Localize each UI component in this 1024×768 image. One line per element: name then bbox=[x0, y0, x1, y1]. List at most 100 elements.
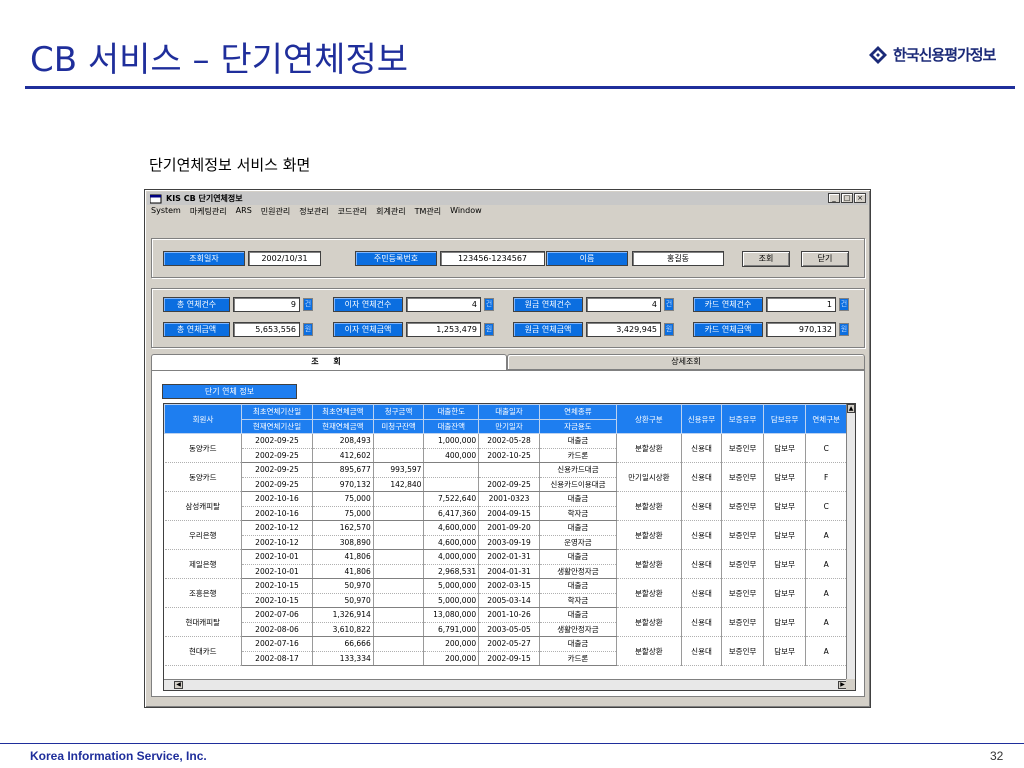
grid-table: 회원사 최초연체기산일 최초연체금액 청구금액 대출한도 대출일자 연체종류 상환구분 신용유무… bbox=[164, 404, 847, 666]
total-amount-field[interactable]: 5,653,556 bbox=[233, 322, 300, 337]
principal-amount-field[interactable]: 3,429,945 bbox=[586, 322, 661, 337]
company-logo: 한국신용평가정보 bbox=[868, 44, 996, 65]
column-header[interactable]: 미청구잔액 bbox=[372, 418, 425, 434]
card-amount-toggle[interactable]: 원 bbox=[839, 323, 849, 336]
restore-button[interactable]: □ bbox=[841, 193, 853, 203]
column-header[interactable]: 신용유무 bbox=[680, 404, 723, 434]
table-row[interactable]: 조흥은행 2002-10-15 50,970 5,000,000 2002-03-15 대… bbox=[164, 578, 847, 608]
table-row[interactable]: 현대캐피탈 2002-07-06 1,326,914 13,080,000 2001-1… bbox=[164, 607, 847, 637]
grid-cell: 41,806 bbox=[312, 564, 374, 579]
grid-cell bbox=[373, 564, 425, 579]
menu-item-info[interactable]: 정보관리 bbox=[299, 206, 328, 220]
column-header[interactable]: 만기일자 bbox=[478, 418, 540, 434]
column-header[interactable]: 대출일자 bbox=[478, 404, 540, 420]
tab-query[interactable]: 조 회 bbox=[151, 354, 507, 370]
total-count-toggle[interactable]: 건 bbox=[303, 298, 313, 311]
collateral-cell: 담보무 bbox=[763, 520, 807, 550]
table-row[interactable]: 동양카드 2002-09-25 208,493 1,000,000 2002-05-28… bbox=[164, 433, 847, 463]
repay-type-cell: 분할상환 bbox=[616, 491, 682, 521]
date-field[interactable]: 2002/10/31 bbox=[248, 251, 321, 266]
table-row[interactable]: 삼성캐피탈 2002-10-16 75,000 7,522,640 2001-0323 대… bbox=[164, 491, 847, 521]
column-header[interactable]: 현재연체기산일 bbox=[241, 418, 313, 434]
member-cell: 제일은행 bbox=[164, 549, 243, 579]
window-titlebar[interactable]: KIS CB 단기연체정보 _ □ × bbox=[147, 192, 868, 205]
scroll-left-icon[interactable]: ◀ bbox=[174, 681, 183, 689]
grid-cell: 142,840 bbox=[373, 477, 425, 492]
card-count-toggle[interactable]: 건 bbox=[839, 298, 849, 311]
table-row[interactable]: 동양카드 2002-09-25 895,677 993,597 신용카드대금 만기일시상환… bbox=[164, 462, 847, 492]
total-count-field[interactable]: 9 bbox=[233, 297, 300, 312]
column-header[interactable]: 대출한도 bbox=[423, 404, 480, 420]
menu-item-tm[interactable]: TM관리 bbox=[415, 206, 442, 220]
grid-cell: 2003-09-19 bbox=[478, 535, 540, 550]
card-amount-field[interactable]: 970,132 bbox=[766, 322, 836, 337]
column-header[interactable]: 상환구분 bbox=[615, 404, 682, 434]
interest-amount-toggle[interactable]: 원 bbox=[484, 323, 494, 336]
member-cell: 조흥은행 bbox=[164, 578, 243, 608]
menu-item-system[interactable]: System bbox=[151, 206, 181, 220]
menu-item-marketing[interactable]: 마케팅관리 bbox=[190, 206, 227, 220]
credit-cell: 신용대 bbox=[681, 636, 723, 666]
menu-item-accounting[interactable]: 회계관리 bbox=[376, 206, 405, 220]
minimize-button[interactable]: _ bbox=[828, 193, 840, 203]
scroll-up-icon[interactable]: ▲ bbox=[847, 404, 855, 413]
interest-count-field[interactable]: 4 bbox=[406, 297, 481, 312]
grid-cell: 2002-09-25 bbox=[241, 477, 313, 492]
column-header[interactable]: 현재연체금액 bbox=[311, 418, 374, 434]
close-form-button[interactable]: 닫기 bbox=[801, 251, 849, 267]
grid-cell: 4,600,000 bbox=[423, 535, 480, 550]
grid-cell: 308,890 bbox=[312, 535, 374, 550]
tab-detail-query[interactable]: 상세조회 bbox=[507, 354, 865, 370]
grid-cell: 75,000 bbox=[312, 506, 374, 521]
column-header[interactable]: 연체종류 bbox=[538, 404, 617, 420]
column-header[interactable]: 담보유무 bbox=[762, 404, 807, 434]
grid-cell: 6,417,360 bbox=[423, 506, 480, 521]
column-header[interactable]: 대출잔액 bbox=[423, 418, 480, 434]
menu-item-complaints[interactable]: 민원관리 bbox=[261, 206, 290, 220]
close-button[interactable]: × bbox=[854, 193, 866, 203]
table-row[interactable]: 현대카드 2002-07-16 66,666 200,000 2002-05-27 대출금… bbox=[164, 636, 847, 666]
logo-text: 한국신용평가정보 bbox=[893, 46, 996, 64]
interest-count-toggle[interactable]: 건 bbox=[484, 298, 494, 311]
grid-cell: 50,970 bbox=[312, 593, 374, 608]
column-header[interactable]: 회원사 bbox=[164, 404, 243, 434]
grid-cell: 1,000,000 bbox=[423, 433, 480, 449]
total-amount-toggle[interactable]: 원 bbox=[303, 323, 313, 336]
rrn-field[interactable]: 123456-1234567 bbox=[440, 251, 545, 266]
guarantee-cell: 보증인무 bbox=[721, 578, 764, 608]
name-field[interactable]: 홍길동 bbox=[632, 251, 724, 266]
card-count-field[interactable]: 1 bbox=[766, 297, 836, 312]
repay-type-cell: 만기일시상환 bbox=[616, 462, 682, 492]
vertical-scrollbar[interactable]: ▲ bbox=[846, 404, 855, 680]
column-header[interactable]: 보증유무 bbox=[721, 404, 764, 434]
column-header[interactable]: 최초연체금액 bbox=[311, 404, 374, 420]
menu-item-ars[interactable]: ARS bbox=[236, 206, 252, 220]
table-row[interactable]: 제일은행 2002-10-01 41,806 4,000,000 2002-01-31 대… bbox=[164, 549, 847, 579]
principal-amount-toggle[interactable]: 원 bbox=[664, 323, 674, 336]
column-header[interactable]: 청구금액 bbox=[372, 404, 425, 420]
table-row[interactable]: 우리은행 2002-10-12 162,570 4,600,000 2001-09-20… bbox=[164, 520, 847, 550]
horizontal-scrollbar[interactable]: ◀ ▶ bbox=[164, 679, 847, 690]
column-header[interactable]: 연체구분 bbox=[805, 404, 847, 434]
grid-cell: 2001-10-26 bbox=[478, 607, 540, 623]
grid-cell: 카드론 bbox=[539, 448, 617, 463]
scroll-corner bbox=[846, 679, 855, 690]
principal-count-field[interactable]: 4 bbox=[586, 297, 661, 312]
repay-type-cell: 분할상환 bbox=[616, 578, 682, 608]
column-header[interactable]: 자금용도 bbox=[538, 418, 617, 434]
credit-cell: 신용대 bbox=[681, 462, 723, 492]
grid-cell bbox=[423, 477, 480, 492]
menu-bar: System 마케팅관리 ARS 민원관리 정보관리 코드관리 회계관리 TM관… bbox=[151, 206, 482, 220]
interest-amount-field[interactable]: 1,253,479 bbox=[406, 322, 481, 337]
grid-cell bbox=[373, 578, 425, 594]
delinquency-type-cell: C bbox=[805, 433, 847, 463]
grid-header-row: 회원사 최초연체기산일 최초연체금액 청구금액 대출한도 대출일자 연체종류 상환구분 신용유무… bbox=[164, 404, 847, 434]
guarantee-cell: 보증인무 bbox=[721, 636, 764, 666]
menu-item-code[interactable]: 코드관리 bbox=[338, 206, 367, 220]
query-button[interactable]: 조회 bbox=[742, 251, 790, 267]
column-header[interactable]: 최초연체기산일 bbox=[241, 404, 313, 420]
grid-cell: 2004-01-31 bbox=[478, 564, 540, 579]
menu-item-window[interactable]: Window bbox=[450, 206, 482, 220]
grid-cell bbox=[373, 506, 425, 521]
principal-count-toggle[interactable]: 건 bbox=[664, 298, 674, 311]
